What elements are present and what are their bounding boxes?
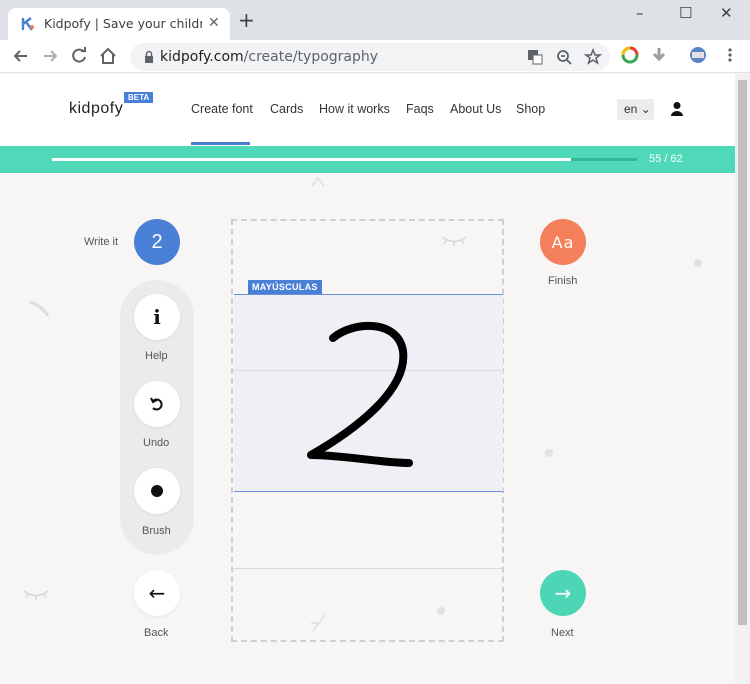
nav-how-it-works[interactable]: How it works <box>319 102 390 116</box>
decor-pencil-icon <box>311 614 326 632</box>
back-button[interactable]: ← <box>134 570 180 616</box>
window-close-icon[interactable]: ✕ <box>720 4 733 22</box>
nav-active-indicator <box>191 142 250 145</box>
progress-band: 55 / 62 <box>0 146 750 173</box>
progress-track <box>52 158 637 161</box>
drawing-canvas[interactable]: MAYÚSCULAS <box>231 219 504 642</box>
arrow-right-icon: → <box>554 581 572 605</box>
arrow-left-icon: ← <box>148 581 166 605</box>
address-bar[interactable]: kidpofy.com/create/typography <box>130 43 610 71</box>
decor-lashes-icon <box>23 590 49 600</box>
zoom-icon[interactable] <box>555 48 573 66</box>
current-character: 2 <box>151 230 163 253</box>
decor-dot <box>545 449 553 457</box>
decor-caret-icon <box>311 176 325 187</box>
forward-arrow-icon[interactable] <box>39 45 61 67</box>
finish-button[interactable]: Aa <box>540 219 586 265</box>
page-scrollbar-thumb[interactable] <box>738 80 747 625</box>
undo-label: Undo <box>143 437 170 449</box>
nav-about-us[interactable]: About Us <box>450 102 501 116</box>
nav-create-font[interactable]: Create font <box>191 102 253 116</box>
bookmark-star-icon[interactable] <box>584 48 602 66</box>
url-text: kidpofy.com/create/typography <box>160 49 379 65</box>
new-tab-button[interactable]: + <box>238 10 255 30</box>
write-it-label: Write it <box>84 236 119 248</box>
finish-label: Finish <box>548 275 578 287</box>
back-label: Back <box>144 627 169 639</box>
site-header: kidpofy BETA Create font Cards How it wo… <box>0 74 750 146</box>
browser-tabstrip: Kidpofy | Save your children's c ✕ + – ☐… <box>0 0 750 40</box>
handwritten-stroke <box>307 321 413 467</box>
progress-fill <box>52 158 571 161</box>
next-button[interactable]: → <box>540 570 586 616</box>
reload-icon[interactable] <box>68 45 90 67</box>
brush-label: Brush <box>142 525 171 537</box>
nav-cards[interactable]: Cards <box>270 102 303 116</box>
nav-faqs[interactable]: Faqs <box>406 102 434 116</box>
undo-icon <box>150 397 163 411</box>
home-icon[interactable] <box>97 45 119 67</box>
site-logo[interactable]: kidpofy <box>69 100 123 118</box>
translate-icon[interactable] <box>526 48 544 66</box>
language-select[interactable]: en ⌄ <box>617 99 654 120</box>
font-aa-icon: Aa <box>551 232 575 252</box>
minimize-icon[interactable]: – <box>636 4 644 22</box>
decor-dot <box>694 259 702 267</box>
progress-count: 55 / 62 <box>649 153 683 165</box>
undo-button[interactable] <box>134 381 180 427</box>
chevron-down-icon: ⌄ <box>640 102 651 116</box>
info-icon: i <box>153 305 161 329</box>
extension-colorful-icon[interactable] <box>621 46 639 64</box>
brush-dot-icon <box>151 485 163 497</box>
brush-button[interactable] <box>134 468 180 514</box>
nav-shop[interactable]: Shop <box>516 102 545 116</box>
tab-title: Kidpofy | Save your children's c <box>44 16 202 31</box>
beta-badge: BETA <box>124 92 154 103</box>
back-arrow-icon[interactable] <box>10 45 32 67</box>
kidpofy-favicon-icon <box>21 17 34 31</box>
user-icon[interactable] <box>670 101 684 117</box>
help-button[interactable]: i <box>134 294 180 340</box>
current-character-badge: 2 <box>134 219 180 265</box>
browser-tab[interactable]: Kidpofy | Save your children's c ✕ <box>8 8 230 40</box>
decor-stroke-icon <box>29 300 50 317</box>
help-label: Help <box>145 350 168 362</box>
maximize-icon[interactable]: ☐ <box>679 4 692 22</box>
extension-flag-icon[interactable] <box>689 46 707 64</box>
kebab-menu-icon[interactable] <box>721 46 739 64</box>
lock-icon <box>145 50 153 63</box>
next-label: Next <box>551 627 574 639</box>
download-extension-icon[interactable] <box>650 46 668 64</box>
tab-close-icon[interactable]: ✕ <box>208 15 220 31</box>
